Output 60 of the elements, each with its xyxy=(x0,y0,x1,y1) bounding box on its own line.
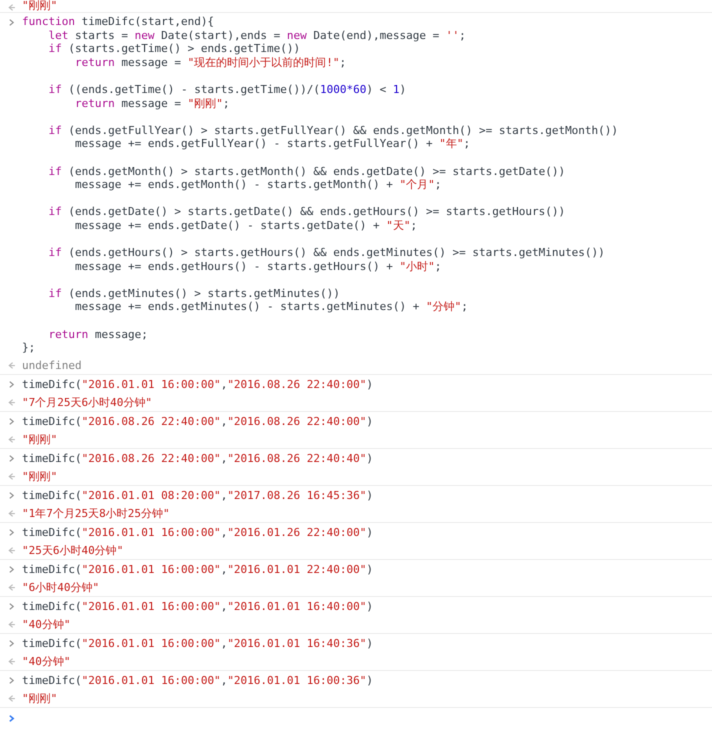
prompt-chevron-icon xyxy=(7,714,16,723)
code-line: let starts = new Date(start),ends = new Date(end),message = ''; xyxy=(47,28,467,42)
code-line: message += ends.getMonth() - starts.getMonth() + "个月"; xyxy=(74,178,442,192)
code-line: if (ends.getMinutes() > starts.getMinutes()) xyxy=(47,286,341,300)
return-arrow-icon xyxy=(7,360,16,370)
code-line: message += ends.getFullYear() - starts.getFullYear() + "年"; xyxy=(74,137,472,151)
code-line: if (starts.getTime() > ends.getTime()) xyxy=(47,42,302,56)
chevron-icon xyxy=(7,454,16,463)
result-text: "7个月25天6小时40分钟" xyxy=(22,394,152,410)
command-text: timeDifc("2016.01.01 16:00:00","2016.08.26 22:40:00") xyxy=(22,376,374,392)
return-arrow-icon xyxy=(7,472,16,481)
result-text: "刚刚" xyxy=(22,432,58,447)
command-text: timeDifc("2016.01.01 16:00:00","2016.01.01 22:40:00") xyxy=(22,562,374,577)
return-arrow-icon xyxy=(7,3,16,12)
command-text: timeDifc("2016.01.01 16:00:00","2016.01.26 22:40:00") xyxy=(22,524,374,540)
result-text: "6小时40分钟" xyxy=(22,580,100,595)
code-line: function timeDifc(start,end){ xyxy=(22,15,216,29)
result-text: "40分钟" xyxy=(22,654,70,669)
code-line: return message = "现在的时间小于以前的时间!"; xyxy=(74,56,348,70)
return-arrow-icon xyxy=(7,398,16,407)
code-line: }; xyxy=(22,341,36,355)
code-line: if (ends.getHours() > starts.getHours() && ends.getMinutes() >= starts.getMinutes()) xyxy=(47,246,606,260)
result-text: "刚刚" xyxy=(22,468,58,484)
chevron-icon xyxy=(7,602,16,611)
return-arrow-icon xyxy=(7,694,16,703)
command-text: timeDifc("2016.01.01 08:20:00","2017.08.26 16:45:36") xyxy=(22,488,374,503)
chevron-icon xyxy=(7,18,16,27)
code-line: message += ends.getMinutes() - starts.getMinutes() + "分钟"; xyxy=(74,300,469,314)
return-arrow-icon xyxy=(7,546,16,555)
command-text: timeDifc("2016.08.26 22:40:00","2016.08.26 22:40:40") xyxy=(22,450,374,466)
code-line: if (ends.getDate() > starts.getDate() && ends.getHours() >= starts.getHours()) xyxy=(47,205,566,219)
return-arrow-icon xyxy=(7,656,16,666)
chevron-icon xyxy=(7,638,16,648)
undefined-text: undefined xyxy=(22,358,82,373)
code-line: message += ends.getHours() - starts.getHours() + "小时"; xyxy=(74,260,442,274)
chevron-icon xyxy=(7,490,16,500)
chevron-icon xyxy=(7,416,16,426)
return-arrow-icon xyxy=(7,582,16,592)
return-arrow-icon xyxy=(7,508,16,518)
command-text: timeDifc("2016.01.01 16:00:00","2016.01.01 16:00:36") xyxy=(22,672,374,688)
code-line: if ((ends.getTime() - starts.getTime())/(1000*60) < 1) xyxy=(47,82,408,97)
code-line: return message = "刚刚"; xyxy=(74,96,230,110)
code-line: if (ends.getMonth() > starts.getMonth() && ends.getDate() >= starts.getDate()) xyxy=(47,164,566,178)
chevron-icon xyxy=(7,564,16,574)
result-text: "刚刚" xyxy=(22,0,58,12)
command-text: timeDifc("2016.08.26 22:40:00","2016.08.26 22:40:00") xyxy=(22,414,374,429)
result-text: "1年7个月25天8小时25分钟" xyxy=(22,506,170,521)
result-text: "刚刚" xyxy=(22,690,58,706)
command-text: timeDifc("2016.01.01 16:00:00","2016.01.01 16:40:36") xyxy=(22,636,374,651)
chevron-icon xyxy=(7,380,16,389)
chevron-icon xyxy=(7,528,16,537)
code-line: message += ends.getDate() - starts.getDate() + "天"; xyxy=(74,218,418,232)
command-text: timeDifc("2016.01.01 16:00:00","2016.01.01 16:40:00") xyxy=(22,598,374,614)
code-line: return message; xyxy=(47,328,149,342)
return-arrow-icon xyxy=(7,620,16,629)
chevron-icon xyxy=(7,676,16,685)
result-text: "25天6小时40分钟" xyxy=(22,542,124,558)
code-line: if (ends.getFullYear() > starts.getFullYear() && ends.getMonth() >= starts.getMonth()) xyxy=(47,124,618,138)
result-text: "40分钟" xyxy=(22,616,70,632)
return-arrow-icon xyxy=(7,434,16,444)
